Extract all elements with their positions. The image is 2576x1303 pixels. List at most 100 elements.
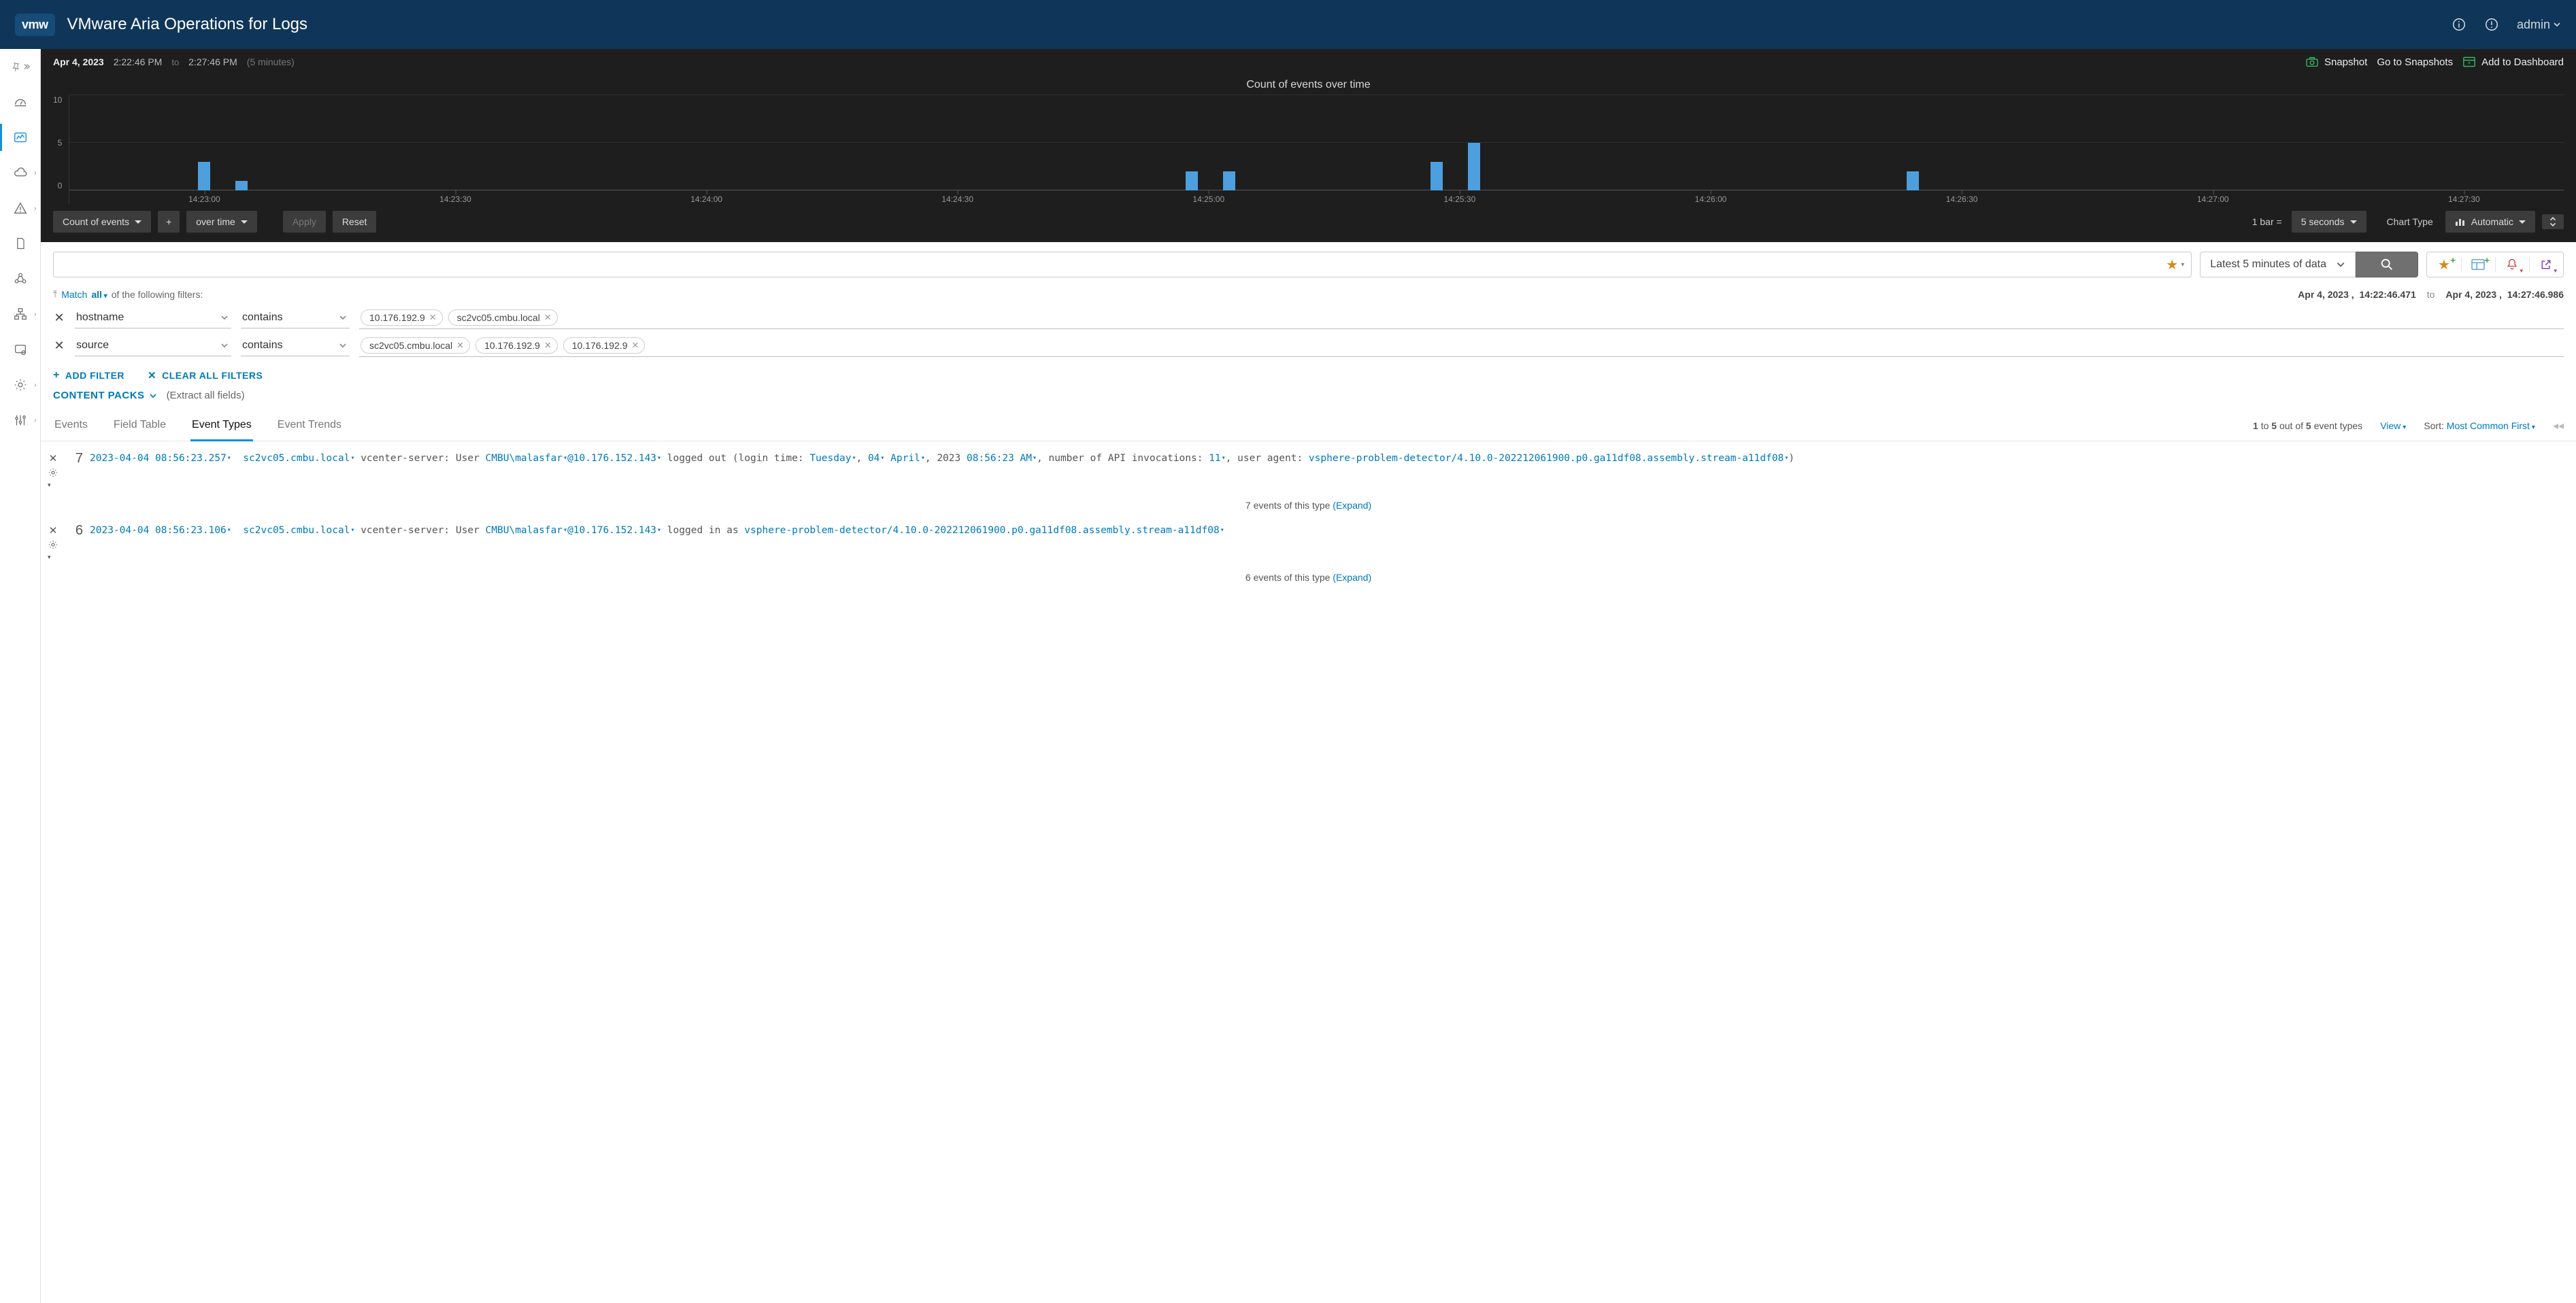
chip-remove-icon[interactable]: ✕ — [631, 340, 639, 351]
filter-operator-dropdown[interactable]: contains — [241, 307, 350, 328]
gauge-icon — [13, 95, 28, 109]
star-icon: ★ — [2438, 256, 2450, 273]
remove-filter-button[interactable]: ✕ — [53, 311, 65, 325]
match-mode-dropdown[interactable]: all ▾ — [91, 289, 107, 300]
filter-chip[interactable]: 10.176.192.9✕ — [563, 337, 646, 354]
chart-bar[interactable] — [198, 162, 210, 190]
chevron-down-icon — [2553, 20, 2561, 29]
user-menu[interactable]: admin — [2517, 18, 2561, 32]
count-dropdown[interactable]: Count of events — [53, 211, 151, 233]
sidebar-item-cloud[interactable]: › — [11, 163, 30, 182]
chart-bar[interactable] — [1431, 162, 1443, 190]
chip-remove-icon[interactable]: ✕ — [544, 340, 552, 351]
go-to-snapshots-link[interactable]: Go to Snapshots — [2377, 56, 2453, 68]
collapse-panel-icon[interactable]: ◂◂ — [2553, 419, 2564, 433]
chevron-down-icon — [339, 314, 347, 322]
filter-values[interactable]: 10.176.192.9✕ sc2vc05.cmbu.local✕ — [359, 307, 2564, 329]
view-dropdown[interactable]: View▾ — [2380, 420, 2406, 431]
range-from: Apr 4, 2023 , 14:22:46.471 — [2298, 289, 2416, 300]
remove-filter-button[interactable]: ✕ — [53, 339, 65, 353]
sidebar-item-dashboard[interactable] — [11, 92, 30, 112]
sidebar-item-alerts[interactable]: › — [11, 199, 30, 218]
filter-field-dropdown[interactable]: hostname — [75, 307, 231, 328]
chevron-right-icon: › — [34, 417, 36, 424]
event-expand-row: 6 events of this type (Expand) — [41, 569, 2576, 592]
content-packs-note: (Extract all fields) — [167, 390, 245, 401]
sort-control[interactable]: Sort: Most Common First▾ — [2424, 420, 2535, 431]
match-label: Match — [61, 289, 87, 300]
event-summary[interactable]: 2023-04-04 08:56:23.257▾ sc2vc05.cmbu.lo… — [90, 451, 2564, 466]
time-range-selector[interactable]: Latest 5 minutes of data — [2200, 252, 2356, 277]
info-icon[interactable] — [2452, 17, 2466, 32]
chip-remove-icon[interactable]: ✕ — [456, 340, 464, 351]
tab-event-types[interactable]: Event Types — [190, 411, 253, 441]
chart-plot[interactable]: 14:23:0014:23:3014:24:0014:24:3014:25:00… — [69, 95, 2564, 204]
add-to-dashboard-button[interactable]: + Add to Dashboard — [2462, 56, 2564, 68]
filter-chip[interactable]: 10.176.192.9✕ — [475, 337, 558, 354]
alert-icon[interactable] — [2484, 17, 2499, 32]
sidebar-item-settings[interactable]: › — [11, 375, 30, 394]
chart-bar[interactable] — [1223, 171, 1235, 190]
favorite-query-button[interactable]: ★ + — [2427, 252, 2461, 277]
chart-bar[interactable] — [1907, 171, 1919, 190]
expand-link[interactable]: (Expand) — [1333, 572, 1371, 583]
chart-bar[interactable] — [1468, 143, 1480, 190]
sidebar-item-explore[interactable] — [11, 128, 30, 147]
chart-expand-button[interactable] — [2542, 214, 2564, 229]
sidebar-item-tuning[interactable]: › — [11, 411, 30, 430]
search-button[interactable] — [2356, 252, 2418, 277]
create-alert-button[interactable]: ▾ — [2495, 252, 2529, 277]
filter-field-dropdown[interactable]: source — [75, 335, 231, 356]
chart-bar[interactable] — [1186, 171, 1198, 190]
collapse-filters-icon[interactable]: ⤒ — [53, 288, 57, 300]
tab-event-trends[interactable]: Event Trends — [276, 411, 343, 441]
chevron-right-icon: › — [34, 311, 36, 318]
chart-title: Count of events over time — [53, 79, 2564, 91]
query-input[interactable] — [54, 259, 2163, 271]
filter-chip[interactable]: sc2vc05.cmbu.local✕ — [361, 337, 470, 354]
event-summary[interactable]: 2023-04-04 08:56:23.106▾ sc2vc05.cmbu.lo… — [90, 523, 2564, 538]
filter-chip[interactable]: 10.176.192.9✕ — [361, 309, 443, 326]
x-tick: 14:24:00 — [690, 194, 722, 204]
query-dropdown-caret[interactable]: ▾ — [2181, 261, 2191, 269]
event-settings-button[interactable]: ▾ — [48, 538, 58, 562]
bar-width-dropdown[interactable]: 5 seconds — [2292, 211, 2366, 233]
clear-filters-button[interactable]: ✕CLEAR ALL FILTERS — [148, 369, 263, 382]
sidebar-item-topology[interactable]: › — [11, 305, 30, 324]
filter-chip[interactable]: sc2vc05.cmbu.local✕ — [448, 309, 558, 326]
reset-button[interactable]: Reset — [333, 211, 377, 233]
filter-values[interactable]: sc2vc05.cmbu.local✕ 10.176.192.9✕ 10.176.1… — [359, 335, 2564, 357]
over-dropdown[interactable]: over time — [186, 211, 257, 233]
content-packs-dropdown[interactable]: CONTENT PACKS — [53, 390, 157, 401]
sidebar-pin[interactable] — [11, 57, 30, 76]
expand-link[interactable]: (Expand) — [1333, 500, 1371, 511]
sidebar-item-nodes[interactable] — [11, 269, 30, 288]
cloud-icon — [13, 165, 28, 180]
add-filter-button[interactable]: +ADD FILTER — [53, 369, 124, 382]
share-button[interactable]: ▾ — [2529, 252, 2563, 277]
snapshot-button[interactable]: Snapshot — [2305, 56, 2367, 68]
time-range-label: Latest 5 minutes of data — [2210, 258, 2326, 271]
x-tick: 14:27:00 — [2197, 194, 2229, 204]
add-series-button[interactable]: + — [158, 211, 180, 233]
x-tick: 14:23:00 — [188, 194, 220, 204]
chart-bar[interactable] — [235, 181, 248, 190]
chart-type-dropdown[interactable]: Automatic — [2445, 211, 2535, 233]
filter-operator-dropdown[interactable]: contains — [241, 335, 350, 356]
save-dashboard-button[interactable]: + — [2461, 252, 2495, 277]
event-settings-button[interactable]: ▾ — [48, 466, 58, 490]
dismiss-event-button[interactable]: ✕ — [49, 451, 58, 464]
star-icon[interactable]: ★ — [2163, 256, 2181, 273]
y-tick: 10 — [53, 95, 62, 105]
sidebar-item-reports[interactable] — [11, 234, 30, 253]
chevron-right-icon: › — [34, 169, 36, 177]
dismiss-event-button[interactable]: ✕ — [49, 523, 58, 537]
sidebar-item-config[interactable] — [11, 340, 30, 359]
chip-remove-icon[interactable]: ✕ — [429, 312, 437, 323]
chip-remove-icon[interactable]: ✕ — [544, 312, 552, 323]
bar-equals-label: 1 bar = — [2252, 216, 2282, 227]
event-type-list: ✕▾72023-04-04 08:56:23.257▾ sc2vc05.cmbu… — [41, 441, 2576, 606]
tab-events[interactable]: Events — [53, 411, 89, 441]
chevron-down-icon — [339, 341, 347, 350]
tab-field-table[interactable]: Field Table — [112, 411, 167, 441]
